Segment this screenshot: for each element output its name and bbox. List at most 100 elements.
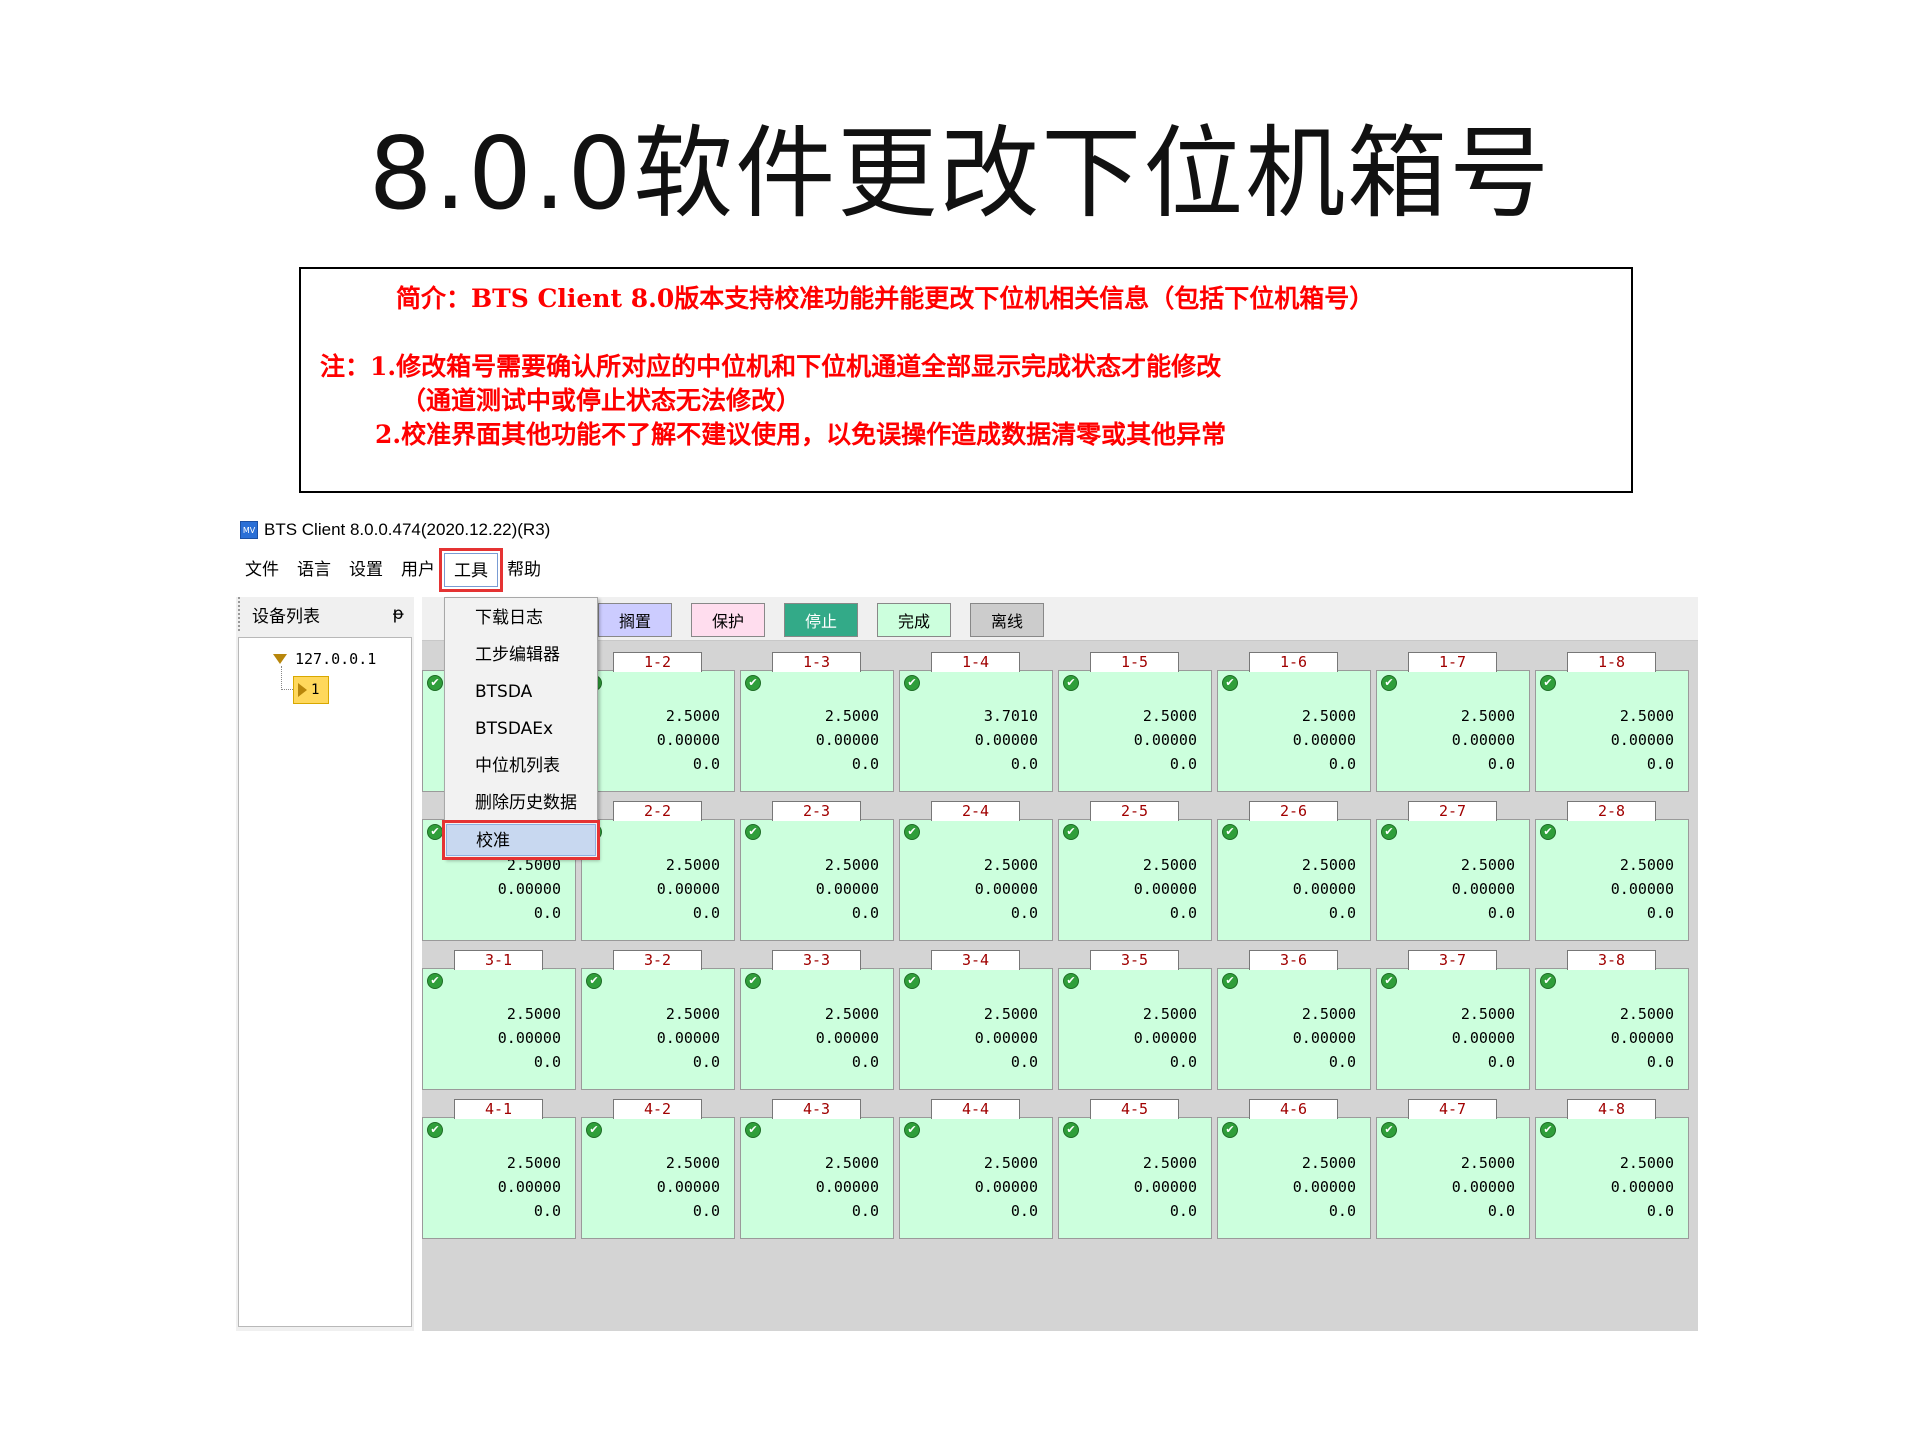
- current-value: 0.00000: [815, 1178, 879, 1196]
- expand-icon[interactable]: [273, 654, 287, 664]
- channel-cell[interactable]: ✔ 2.5000 0.00000 0.0 4-3: [740, 1099, 894, 1239]
- child-node-label: 1: [311, 682, 320, 698]
- menu-language[interactable]: 语言: [288, 553, 340, 587]
- channel-cell[interactable]: ✔ 2.5000 0.00000 0.0 3-7: [1376, 950, 1530, 1090]
- current-value: 0.00000: [1451, 1029, 1515, 1047]
- channel-cell[interactable]: ✔ 2.5000 0.00000 0.0 1-7: [1376, 652, 1530, 792]
- capacity-value: 0.0: [1328, 904, 1356, 922]
- current-value: 0.00000: [974, 1029, 1038, 1047]
- legend-offline: 离线: [970, 603, 1044, 637]
- channel-cell[interactable]: ✔ 2.5000 0.00000 0.0 4-7: [1376, 1099, 1530, 1239]
- check-circle-icon: ✔: [1222, 824, 1238, 840]
- channel-cell[interactable]: ✔ 2.5000 0.00000 0.0 1-8: [1535, 652, 1689, 792]
- channel-cell[interactable]: ✔ 2.5000 0.00000 0.0 3-2: [581, 950, 735, 1090]
- channel-cell[interactable]: ✔ 2.5000 0.00000 0.0 4-2: [581, 1099, 735, 1239]
- channel-cell[interactable]: ✔ 2.5000 0.00000 0.0 1-5: [1058, 652, 1212, 792]
- channel-cell[interactable]: ✔ 2.5000 0.00000 0.0 4-8: [1535, 1099, 1689, 1239]
- check-circle-icon: ✔: [586, 973, 602, 989]
- capacity-value: 0.0: [851, 1053, 879, 1071]
- collapsed-icon[interactable]: [298, 683, 307, 697]
- channel-body: ✔ 2.5000 0.00000 0.0: [1058, 1117, 1212, 1239]
- channel-cell[interactable]: ✔ 2.5000 0.00000 0.0 4-4: [899, 1099, 1053, 1239]
- channel-body: ✔ 2.5000 0.00000 0.0: [740, 968, 894, 1090]
- channel-id: 4-1: [454, 1099, 543, 1119]
- menu-tools[interactable]: 工具: [439, 548, 503, 592]
- tree-child-node[interactable]: 1: [293, 676, 329, 704]
- channel-cell[interactable]: ✔ 2.5000 0.00000 0.0 2-7: [1376, 801, 1530, 941]
- tools-menu-item[interactable]: 删除历史数据: [446, 787, 596, 819]
- channel-body: ✔ 2.5000 0.00000 0.0: [899, 1117, 1053, 1239]
- voltage-value: 2.5000: [1619, 1154, 1674, 1172]
- channel-cell[interactable]: ✔ 3.7010 0.00000 0.0 1-4: [899, 652, 1053, 792]
- channel-cell[interactable]: ✔ 2.5000 0.00000 0.0 4-1: [422, 1099, 576, 1239]
- channel-id: 4-4: [931, 1099, 1020, 1119]
- channel-id: 2-7: [1408, 801, 1497, 821]
- channel-cell[interactable]: ✔2.50000.000000.01-2: [581, 652, 735, 792]
- voltage-value: 2.5000: [983, 1154, 1038, 1172]
- voltage-value: 2.5000: [824, 707, 879, 725]
- channel-body: ✔ 2.5000 0.00000 0.0: [740, 1117, 894, 1239]
- channel-body: ✔ 2.5000 0.00000 0.0: [1217, 670, 1371, 792]
- check-circle-icon: ✔: [904, 973, 920, 989]
- channel-body: ✔ 2.5000 0.00000 0.0: [899, 968, 1053, 1090]
- channel-id: 1-8: [1567, 652, 1656, 672]
- current-value: 0.00000: [1610, 1029, 1674, 1047]
- channel-body: ✔ 2.5000 0.00000 0.0: [1376, 819, 1530, 941]
- channel-id: 2-4: [931, 801, 1020, 821]
- channel-body: ✔ 2.5000 0.00000 0.0: [581, 968, 735, 1090]
- check-circle-icon: ✔: [745, 1122, 761, 1138]
- capacity-value: 0.0: [1169, 904, 1197, 922]
- channel-id: 2-8: [1567, 801, 1656, 821]
- channel-cell[interactable]: ✔ 2.5000 0.00000 0.0 2-5: [1058, 801, 1212, 941]
- channel-cell[interactable]: ✔ 2.5000 0.00000 0.0 3-8: [1535, 950, 1689, 1090]
- voltage-value: 2.5000: [1301, 856, 1356, 874]
- channel-cell[interactable]: ✔ 2.5000 0.00000 0.0 2-4: [899, 801, 1053, 941]
- channel-cell[interactable]: ✔ 2.5000 0.00000 0.0 1-6: [1217, 652, 1371, 792]
- menu-help[interactable]: 帮助: [498, 553, 550, 587]
- channel-cell[interactable]: ✔ 2.5000 0.00000 0.0 3-4: [899, 950, 1053, 1090]
- capacity-value: 0.0: [533, 1053, 561, 1071]
- tools-menu-item[interactable]: 工步编辑器: [446, 639, 596, 671]
- channel-body: ✔ 2.5000 0.00000 0.0: [1376, 670, 1530, 792]
- capacity-value: 0.0: [1328, 1202, 1356, 1220]
- pin-icon[interactable]: ᵽ: [393, 604, 404, 624]
- channel-cell[interactable]: ✔ 2.5000 0.00000 0.0 3-3: [740, 950, 894, 1090]
- tools-menu-item[interactable]: 下载日志: [446, 602, 596, 634]
- channel-cell[interactable]: ✔ 2.5000 0.00000 0.0 2-3: [740, 801, 894, 941]
- current-value: 0.00000: [815, 1029, 879, 1047]
- tools-menu-item[interactable]: BTSDA: [446, 676, 596, 708]
- channel-cell[interactable]: ✔ 2.5000 0.00000 0.0 3-1: [422, 950, 576, 1090]
- voltage-value: 2.5000: [665, 707, 720, 725]
- channel-body: ✔ 2.5000 0.00000 0.0: [899, 819, 1053, 941]
- channel-cell[interactable]: ✔ 2.5000 0.00000 0.0 1-3: [740, 652, 894, 792]
- check-circle-icon: ✔: [586, 1122, 602, 1138]
- channel-cell[interactable]: ✔ 2.5000 0.00000 0.0 3-5: [1058, 950, 1212, 1090]
- voltage-value: 2.5000: [1301, 1005, 1356, 1023]
- current-value: 0.00000: [1292, 1029, 1356, 1047]
- capacity-value: 0.0: [1646, 904, 1674, 922]
- channel-id: 1-3: [772, 652, 861, 672]
- channel-cell[interactable]: ✔2.50000.000000.02-2: [581, 801, 735, 941]
- channel-id: 4-7: [1408, 1099, 1497, 1119]
- capacity-value: 0.0: [692, 904, 720, 922]
- check-circle-icon: ✔: [1540, 973, 1556, 989]
- tools-menu-item-calibrate[interactable]: 校准: [442, 820, 600, 860]
- channel-cell[interactable]: ✔ 2.5000 0.00000 0.0 2-6: [1217, 801, 1371, 941]
- menu-settings[interactable]: 设置: [340, 553, 392, 587]
- tools-menu-item[interactable]: BTSDAEx: [446, 713, 596, 745]
- device-list-header: 设备列表 ᵽ: [238, 597, 414, 631]
- current-value: 0.00000: [656, 1178, 720, 1196]
- channel-cell[interactable]: ✔ 2.5000 0.00000 0.0 4-5: [1058, 1099, 1212, 1239]
- channel-id: 2-2: [613, 801, 702, 821]
- channel-panel: 搁置 保护 停止 完成 离线 ✔2.50000.000000.01-1✔2.50…: [422, 597, 1698, 1331]
- current-value: 0.00000: [656, 880, 720, 898]
- voltage-value: 2.5000: [983, 1005, 1038, 1023]
- channel-cell[interactable]: ✔ 2.5000 0.00000 0.0 3-6: [1217, 950, 1371, 1090]
- menu-user[interactable]: 用户: [392, 553, 444, 587]
- menu-file[interactable]: 文件: [236, 553, 288, 587]
- channel-cell[interactable]: ✔ 2.5000 0.00000 0.0 4-6: [1217, 1099, 1371, 1239]
- channel-cell[interactable]: ✔ 2.5000 0.00000 0.0 2-8: [1535, 801, 1689, 941]
- tools-menu-item[interactable]: 中位机列表: [446, 750, 596, 782]
- current-value: 0.00000: [1133, 1178, 1197, 1196]
- current-value: 0.00000: [1610, 880, 1674, 898]
